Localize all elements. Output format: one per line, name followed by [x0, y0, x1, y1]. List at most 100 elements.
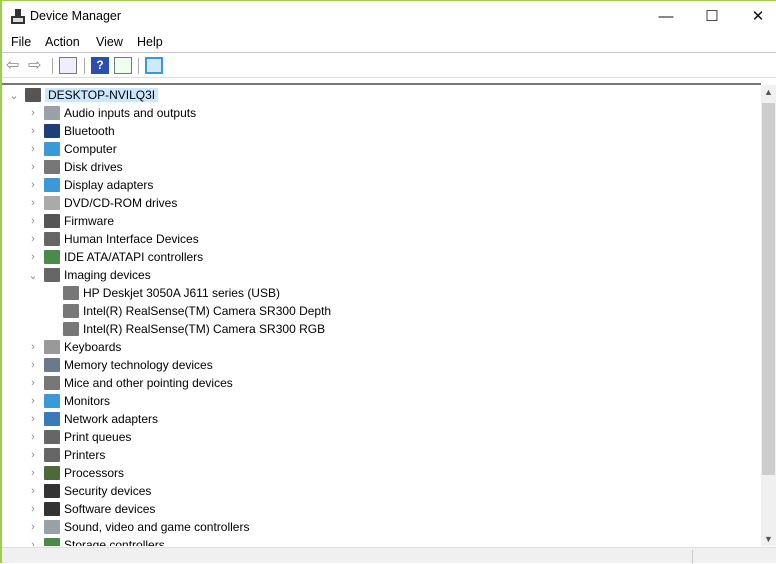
tree-device[interactable]: HP Deskjet 3050A J611 series (USB)	[63, 284, 280, 302]
maximize-button[interactable]: ☐	[689, 1, 735, 31]
title-bar: Device Manager — ☐ ✕	[2, 1, 776, 31]
expand-chevron-icon[interactable]: ›	[28, 503, 38, 515]
expand-chevron-icon[interactable]: ›	[28, 467, 38, 479]
expand-chevron-icon[interactable]: ›	[28, 197, 38, 209]
speaker-icon	[44, 520, 60, 534]
minimize-button[interactable]: —	[643, 1, 689, 31]
tree-item-label: Disk drives	[64, 160, 123, 174]
menu-help[interactable]: Help	[137, 35, 163, 49]
expand-chevron-icon[interactable]: ›	[28, 377, 38, 389]
menu-view[interactable]: View	[96, 35, 123, 49]
expand-chevron-icon[interactable]: ›	[28, 251, 38, 263]
monitor-icon	[44, 394, 60, 408]
device-tree[interactable]: ⌄ DESKTOP-NVILQ3I › Audio inputs and output…	[2, 83, 761, 546]
storage-icon	[44, 538, 60, 546]
vertical-scrollbar[interactable]: ▲ ▼	[761, 85, 776, 546]
tree-item-label: Security devices	[64, 484, 152, 498]
tree-category[interactable]: › Security devices	[31, 482, 152, 500]
tree-item-label: Intel(R) RealSense(TM) Camera SR300 Dept…	[83, 304, 332, 318]
tree-category[interactable]: › DVD/CD-ROM drives	[31, 194, 178, 212]
expand-chevron-icon[interactable]: ›	[28, 395, 38, 407]
expand-chevron-icon[interactable]: ›	[28, 143, 38, 155]
menu-file[interactable]: File	[11, 35, 31, 49]
tree-category[interactable]: › Printers	[31, 446, 105, 464]
back-arrow-icon[interactable]: ⇦	[6, 57, 24, 74]
tree-category[interactable]: › Memory technology devices	[31, 356, 213, 374]
collapse-chevron-icon[interactable]: ⌄	[28, 269, 38, 282]
memory-icon	[44, 358, 60, 372]
print-queue-icon	[44, 430, 60, 444]
expand-chevron-icon[interactable]: ›	[28, 413, 38, 425]
tree-category[interactable]: › Audio inputs and outputs	[31, 104, 197, 122]
expand-chevron-icon[interactable]: ›	[28, 107, 38, 119]
expand-chevron-icon[interactable]: ›	[28, 539, 38, 546]
expand-chevron-icon[interactable]: ›	[28, 449, 38, 461]
tree-item-label: Firmware	[64, 214, 114, 228]
camera-icon	[63, 322, 79, 336]
tree-item-label: Imaging devices	[64, 268, 151, 282]
collapse-chevron-icon[interactable]: ⌄	[9, 89, 19, 102]
software-device-icon	[44, 502, 60, 516]
tree-item-label: DVD/CD-ROM drives	[64, 196, 178, 210]
tree-category[interactable]: › Bluetooth	[31, 122, 115, 140]
tree-category[interactable]: › Software devices	[31, 500, 155, 518]
computer-icon	[44, 142, 60, 156]
tree-root[interactable]: ⌄ DESKTOP-NVILQ3I	[9, 86, 159, 104]
scrollbar-thumb[interactable]	[762, 103, 775, 475]
tree-category[interactable]: › Human Interface Devices	[31, 230, 199, 248]
tree-item-label: Network adapters	[64, 412, 159, 426]
tree-category[interactable]: › Keyboards	[31, 338, 121, 356]
forward-arrow-icon[interactable]: ⇨	[28, 57, 46, 74]
firmware-icon	[44, 214, 60, 228]
expand-chevron-icon[interactable]: ›	[28, 215, 38, 227]
tree-item-label: Audio inputs and outputs	[64, 106, 197, 120]
tree-category[interactable]: › Storage controllers	[31, 536, 165, 546]
hid-icon	[44, 232, 60, 246]
menu-action[interactable]: Action	[45, 35, 80, 49]
expand-chevron-icon[interactable]: ›	[28, 521, 38, 533]
tree-category[interactable]: › Firmware	[31, 212, 114, 230]
tree-item-label: Memory technology devices	[64, 358, 213, 372]
bluetooth-icon	[44, 124, 60, 138]
menu-bar: File Action View Help	[2, 31, 776, 53]
device-manager-icon	[11, 9, 25, 25]
tree-category[interactable]: › Disk drives	[31, 158, 123, 176]
tree-device[interactable]: Intel(R) RealSense(TM) Camera SR300 Dept…	[63, 302, 331, 320]
tree-item-label: Computer	[64, 142, 117, 156]
tree-category[interactable]: › Print queues	[31, 428, 132, 446]
update-driver-icon[interactable]	[114, 57, 132, 74]
ide-icon	[44, 250, 60, 264]
tree-item-label: Display adapters	[64, 178, 154, 192]
network-icon	[44, 412, 60, 426]
tree-category[interactable]: › Mice and other pointing devices	[31, 374, 233, 392]
tree-category[interactable]: › Sound, video and game controllers	[31, 518, 249, 536]
tree-category[interactable]: › Monitors	[31, 392, 111, 410]
expand-chevron-icon[interactable]: ›	[28, 125, 38, 137]
tree-item-label: Storage controllers	[64, 538, 165, 546]
close-button[interactable]: ✕	[735, 1, 776, 31]
scroll-up-icon[interactable]: ▲	[761, 87, 776, 97]
processor-icon	[44, 466, 60, 480]
expand-chevron-icon[interactable]: ›	[28, 179, 38, 191]
tree-category[interactable]: › Display adapters	[31, 176, 154, 194]
tree-category[interactable]: › Processors	[31, 464, 124, 482]
expand-chevron-icon[interactable]: ›	[28, 431, 38, 443]
scroll-down-icon[interactable]: ▼	[761, 534, 776, 544]
tree-device[interactable]: Intel(R) RealSense(TM) Camera SR300 RGB	[63, 320, 325, 338]
expand-chevron-icon[interactable]: ›	[28, 359, 38, 371]
properties-icon[interactable]	[59, 57, 77, 74]
tree-category[interactable]: › Network adapters	[31, 410, 159, 428]
expand-chevron-icon[interactable]: ›	[28, 485, 38, 497]
expand-chevron-icon[interactable]: ›	[28, 233, 38, 245]
tree-category[interactable]: › Computer	[31, 140, 117, 158]
tree-category[interactable]: ⌄ Imaging devices	[28, 266, 151, 284]
help-icon[interactable]: ?	[91, 57, 109, 74]
expand-chevron-icon[interactable]: ›	[28, 341, 38, 353]
tree-item-label: Monitors	[64, 394, 111, 408]
tree-item-label: Print queues	[64, 430, 132, 444]
tree-item-label: Intel(R) RealSense(TM) Camera SR300 RGB	[83, 322, 326, 336]
tree-category[interactable]: › IDE ATA/ATAPI controllers	[31, 248, 203, 266]
scan-hardware-icon[interactable]	[145, 57, 163, 74]
mouse-icon	[44, 376, 60, 390]
expand-chevron-icon[interactable]: ›	[28, 161, 38, 173]
